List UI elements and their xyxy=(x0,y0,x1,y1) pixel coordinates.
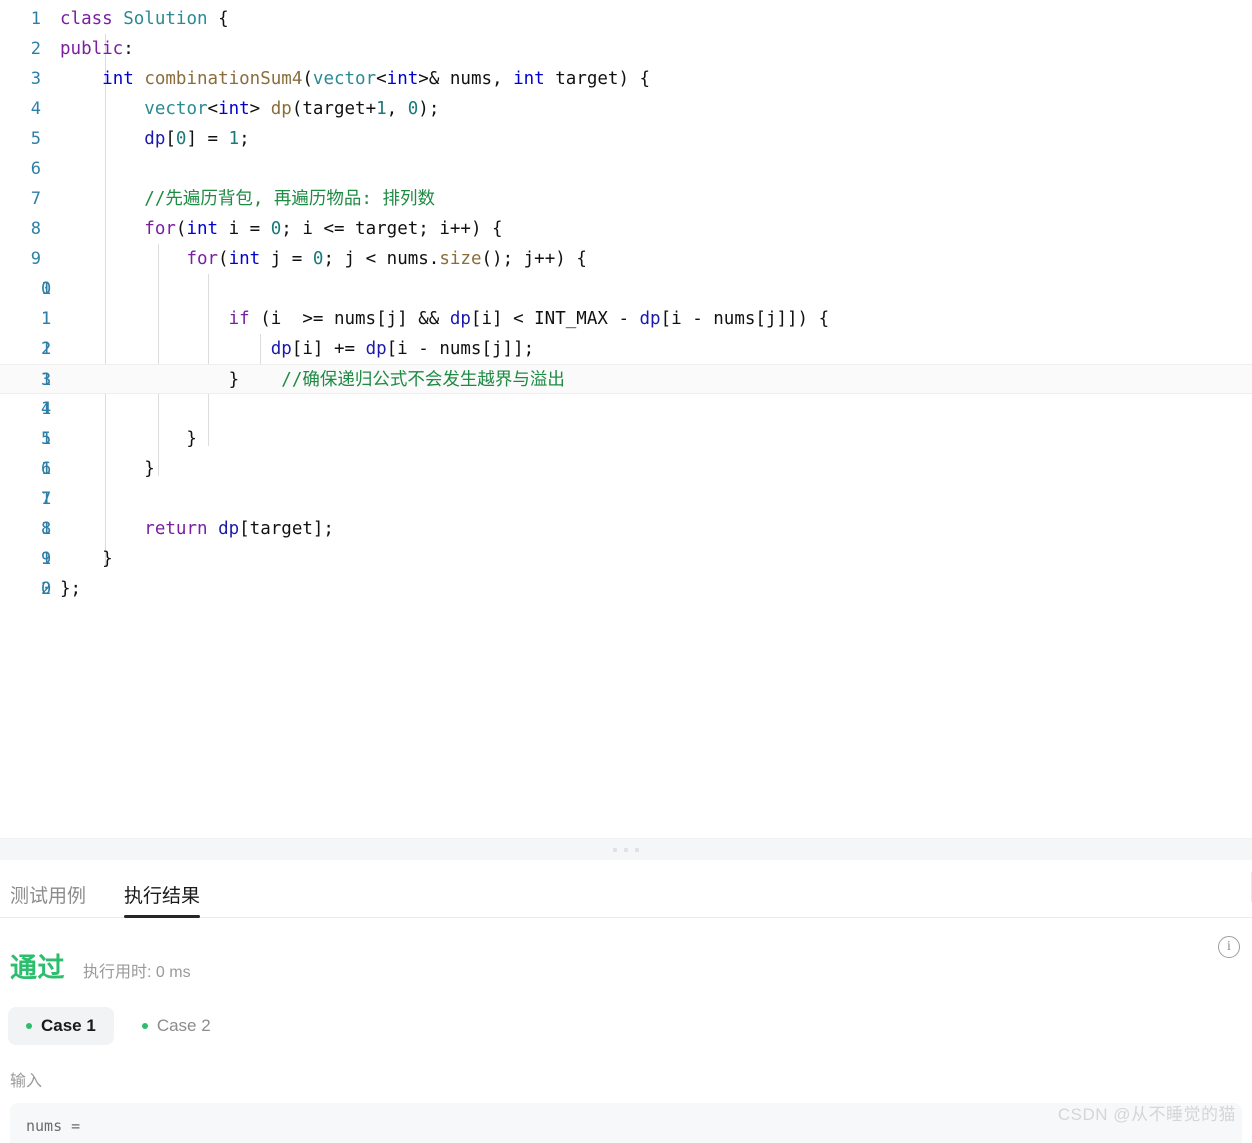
line-number: 15 xyxy=(41,429,52,449)
line-content: } //确保递归公式不会发生越界与溢出 xyxy=(228,370,565,390)
code-line[interactable]: 5 dp[0] = 1; xyxy=(0,124,1252,154)
code-line[interactable]: 8 for(int i = 0; i <= target; i++) { xyxy=(0,214,1252,244)
line-content: int combinationSum4(vector<int>& nums, i… xyxy=(102,69,651,89)
line-content: if (i >= nums[j] && dp[i] < INT_MAX - dp… xyxy=(228,309,830,329)
line-number: 16 xyxy=(41,459,52,479)
line-content xyxy=(60,394,71,424)
case-tab-label: Case 2 xyxy=(156,1016,211,1035)
code-line[interactable]: 18 return dp[target]; xyxy=(0,514,1252,544)
line-content: public: xyxy=(60,39,134,59)
line-number: 18 xyxy=(41,519,52,539)
drag-handle-dots-icon xyxy=(613,847,639,852)
tab-testcases[interactable]: 测试用例 xyxy=(10,887,86,917)
panel-tabbar: 测试用例 执行结果 xyxy=(0,860,1252,918)
line-content: class Solution { xyxy=(60,9,229,29)
line-number: 3 xyxy=(30,69,41,89)
line-number: 19 xyxy=(41,549,52,569)
result-status-row: 通过 执行用时: 0 ms i xyxy=(0,918,1252,985)
line-content xyxy=(60,154,71,184)
code-editor[interactable]: 1 class Solution { 2 public: 3 int combi… xyxy=(0,0,1252,838)
line-content: dp[i] += dp[i - nums[j]]; xyxy=(270,339,535,359)
line-number: 11 xyxy=(41,309,52,329)
code-line[interactable]: 15 } xyxy=(0,424,1252,454)
runtime-text: 执行用时: 0 ms xyxy=(83,964,191,981)
case-tab-label: Case 1 xyxy=(41,1016,96,1035)
line-number: 10 xyxy=(41,279,52,299)
code-line[interactable]: 6 xyxy=(0,154,1252,184)
line-number: 20 xyxy=(41,579,52,599)
line-content: return dp[target]; xyxy=(144,519,334,539)
code-line[interactable]: 19 } xyxy=(0,544,1252,574)
line-number: 6 xyxy=(30,159,41,179)
case-tab-2[interactable]: Case 2 xyxy=(124,1007,229,1045)
code-line[interactable]: 14 xyxy=(0,394,1252,424)
code-line[interactable]: 17 xyxy=(0,484,1252,514)
code-line[interactable]: 1 class Solution { xyxy=(0,4,1252,34)
line-content xyxy=(60,274,71,304)
line-content: for(int i = 0; i <= target; i++) { xyxy=(144,219,503,239)
line-content: //先遍历背包, 再遍历物品: 排列数 xyxy=(60,189,436,209)
panel-resize-handle[interactable] xyxy=(0,838,1252,860)
line-number: 8 xyxy=(30,219,41,239)
code-area[interactable]: 1 class Solution { 2 public: 3 int combi… xyxy=(0,0,1252,604)
line-number: 4 xyxy=(30,99,41,119)
code-line[interactable]: 7 //先遍历背包, 再遍历物品: 排列数 xyxy=(0,184,1252,214)
code-line[interactable]: 12 dp[i] += dp[i - nums[j]]; xyxy=(0,334,1252,364)
case-tab-1[interactable]: Case 1 xyxy=(8,1007,114,1045)
code-line[interactable]: 20 }; xyxy=(0,574,1252,604)
code-line[interactable]: 11 if (i >= nums[j] && dp[i] < INT_MAX -… xyxy=(0,304,1252,334)
code-line[interactable]: 9 for(int j = 0; j < nums.size(); j++) { xyxy=(0,244,1252,274)
line-content: } xyxy=(60,459,155,479)
tab-execution-result[interactable]: 执行结果 xyxy=(124,887,201,918)
line-content: dp[0] = 1; xyxy=(144,129,250,149)
line-content: vector<int> dp(target+1, 0); xyxy=(144,99,440,119)
line-content: for(int j = 0; j < nums.size(); j++) { xyxy=(186,249,587,269)
line-number: 2 xyxy=(30,39,41,59)
code-line[interactable]: 2 public: xyxy=(0,34,1252,64)
watermark: CSDN @从不睡觉的猫 xyxy=(1057,1105,1236,1124)
code-line[interactable]: 10 xyxy=(0,274,1252,304)
input-section-label: 输入 xyxy=(10,1073,43,1090)
line-content xyxy=(60,484,71,514)
code-line[interactable]: 4 vector<int> dp(target+1, 0); xyxy=(0,94,1252,124)
code-line-current[interactable]: 13 } //确保递归公式不会发生越界与溢出 xyxy=(0,364,1252,394)
verdict-text: 通过 xyxy=(10,953,65,983)
line-number: 17 xyxy=(41,489,52,509)
line-number: 5 xyxy=(30,129,41,149)
line-number: 13 xyxy=(41,370,52,390)
leetcode-editor-page: 1 class Solution { 2 public: 3 int combi… xyxy=(0,0,1252,1143)
line-content: } xyxy=(60,429,197,449)
line-content: } xyxy=(60,549,113,569)
code-line[interactable]: 3 int combinationSum4(vector<int>& nums,… xyxy=(0,64,1252,94)
case-status-dot-icon xyxy=(26,1023,32,1029)
line-number: 7 xyxy=(30,189,41,209)
line-number: 1 xyxy=(30,9,41,29)
case-tabs: Case 1 Case 2 xyxy=(0,985,1252,1045)
line-content: }; xyxy=(60,579,82,599)
info-icon[interactable]: i xyxy=(1218,936,1240,958)
case-status-dot-icon xyxy=(141,1023,148,1029)
line-number: 14 xyxy=(41,399,52,419)
line-number: 12 xyxy=(41,339,52,359)
code-line[interactable]: 16 } xyxy=(0,454,1252,484)
line-number: 9 xyxy=(30,249,41,269)
